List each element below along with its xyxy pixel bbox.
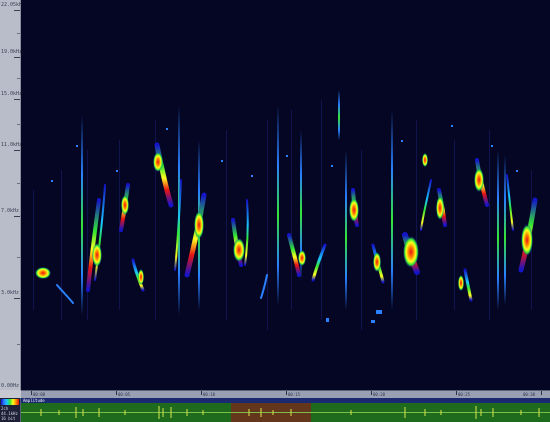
frequency-label: 0.00Hz <box>1 383 20 389</box>
frequency-tick <box>14 298 20 299</box>
frequency-minor-tick <box>17 124 20 125</box>
frequency-tick <box>14 57 20 58</box>
frequency-label: 3.0kHz <box>1 290 20 296</box>
time-tick <box>116 391 117 395</box>
time-label: 00:10 <box>203 392 216 397</box>
spectrogram-app: 22.05kHz 19.0kHz 15.0kHz 11.0kHz 7.0kHz … <box>0 0 550 422</box>
time-tick <box>371 391 372 395</box>
time-label: 00:20 <box>373 392 386 397</box>
frequency-tick <box>14 10 20 11</box>
bit-depth-info: 16 bit <box>1 416 16 421</box>
spectrogram-color-scale-icon <box>1 399 19 405</box>
frequency-minor-tick <box>17 183 20 184</box>
frequency-label: 7.0kHz <box>1 208 20 214</box>
frequency-tick <box>14 216 20 217</box>
time-tick <box>456 391 457 395</box>
time-label: 00:05 <box>118 392 131 397</box>
overview-waveform[interactable] <box>21 403 550 422</box>
frequency-tick <box>14 99 20 100</box>
frequency-axis: 22.05kHz 19.0kHz 15.0kHz 11.0kHz 7.0kHz … <box>0 0 25 390</box>
frequency-minor-tick <box>17 33 20 34</box>
frequency-label: 11.0kHz <box>1 142 23 148</box>
time-label: 00:00 <box>33 392 46 397</box>
frequency-minor-tick <box>17 257 20 258</box>
waveform-overview[interactable]: Amplitude <box>21 398 550 422</box>
spectrogram-canvas[interactable] <box>21 0 550 390</box>
frequency-minor-tick <box>17 78 20 79</box>
time-label: 00:25 <box>458 392 471 397</box>
time-label: 00:30 <box>523 392 536 397</box>
time-tick <box>286 391 287 395</box>
frequency-label: 19.0kHz <box>1 49 23 55</box>
spectrogram-background <box>21 0 550 390</box>
frequency-tick <box>14 150 20 151</box>
overview-info-panel: 2ch 44.1kHz 16 bit <box>0 398 21 422</box>
time-tick <box>541 391 542 395</box>
time-tick <box>201 391 202 395</box>
frequency-minor-tick <box>17 344 20 345</box>
frequency-label: 15.0kHz <box>1 91 23 97</box>
time-label: 00:15 <box>288 392 301 397</box>
spectrogram-view[interactable] <box>21 0 550 390</box>
time-tick <box>31 391 32 395</box>
